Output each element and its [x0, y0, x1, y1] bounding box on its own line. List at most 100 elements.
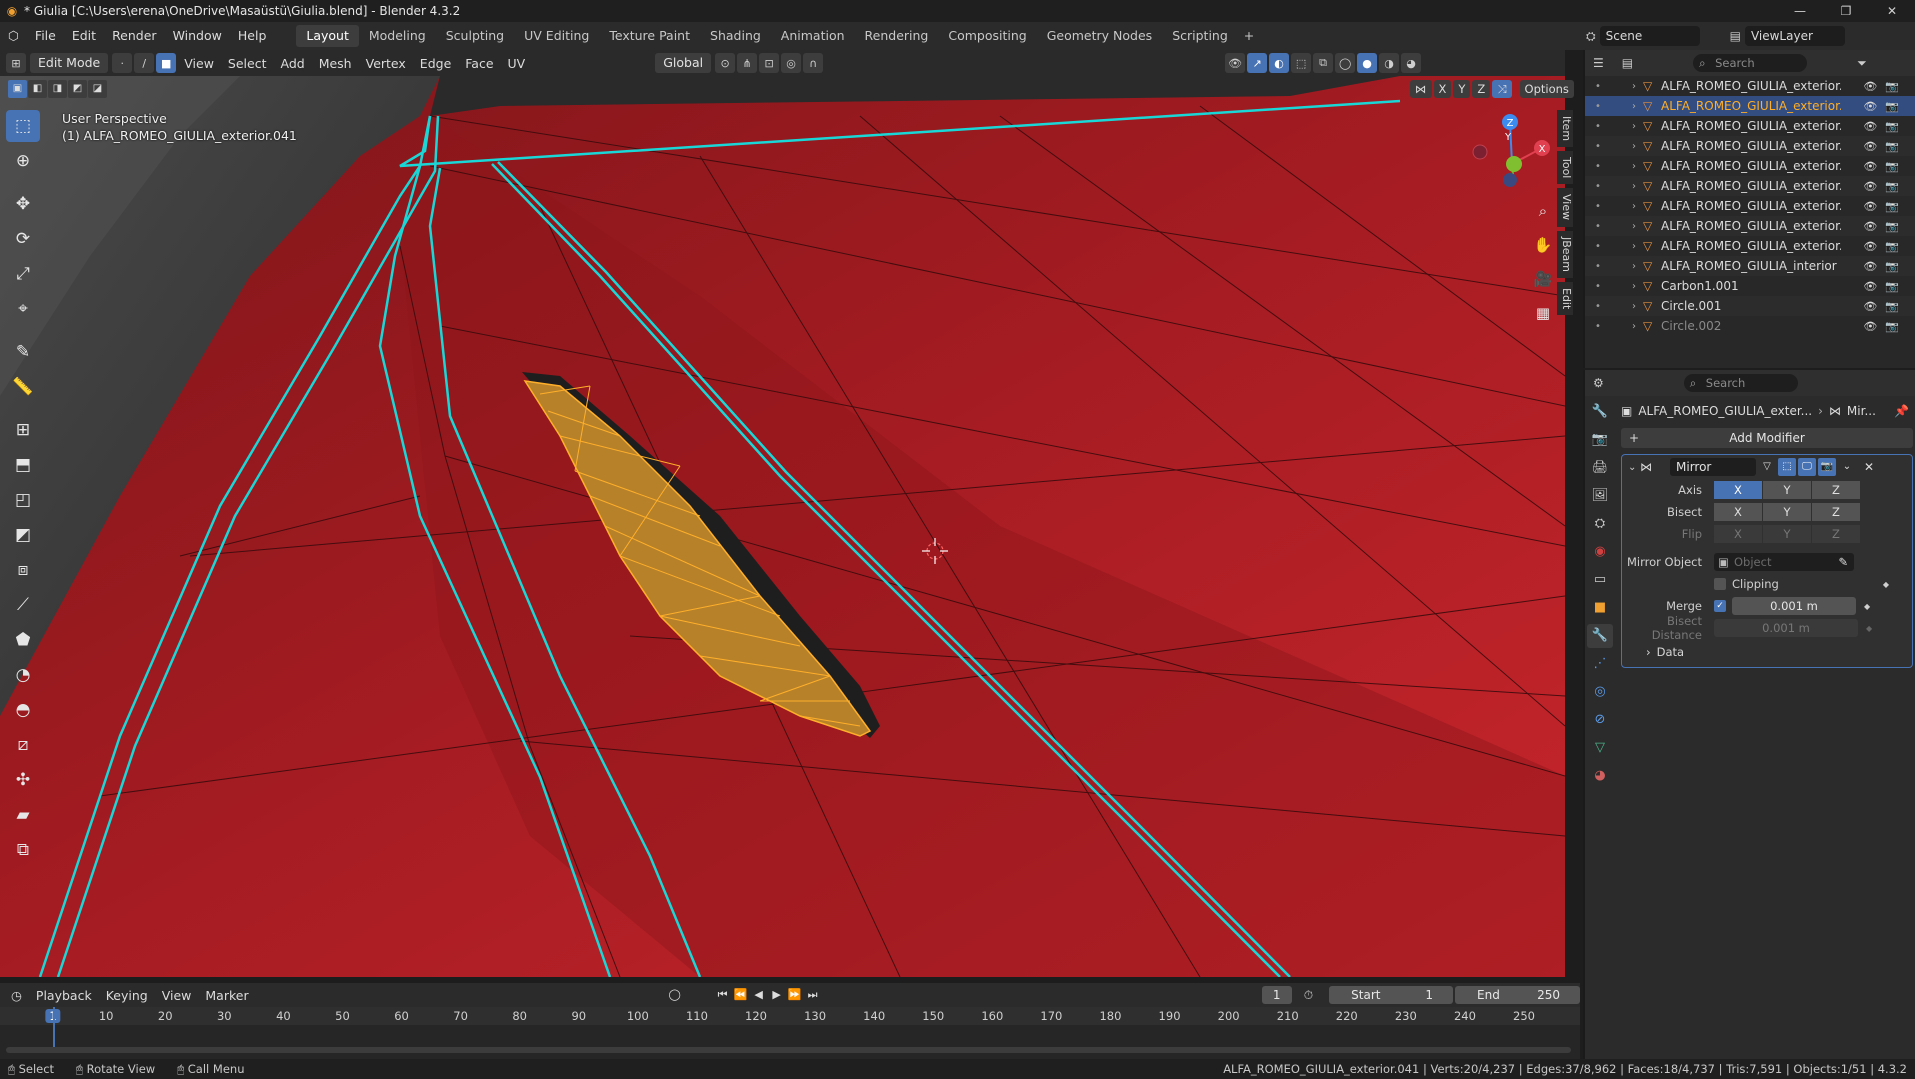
- end-frame-field[interactable]: End 250: [1455, 986, 1580, 1004]
- merge-distance-field[interactable]: 0.001 m: [1732, 597, 1856, 615]
- jump-start-icon[interactable]: ⏮: [714, 988, 732, 1002]
- playhead[interactable]: [53, 1007, 55, 1052]
- outliner-row[interactable]: • › ▽ Carbon1.001 👁📷: [1585, 276, 1915, 296]
- outliner-editor-icon[interactable]: ☰: [1593, 56, 1604, 70]
- jump-end-icon[interactable]: ⏭: [804, 988, 822, 1002]
- mesh-overlay-icon[interactable]: ⬚: [1291, 53, 1312, 73]
- menu-help[interactable]: Help: [230, 25, 275, 47]
- outliner-row[interactable]: • › ▽ ALFA_ROMEO_GIULIA_exterior.03 👁📷: [1585, 76, 1915, 96]
- close-window-button[interactable]: ✕: [1869, 0, 1915, 22]
- select-intersect-icon[interactable]: ◪: [88, 80, 107, 98]
- timeline-scrollbar[interactable]: [6, 1047, 1571, 1053]
- overlay-toggle-icon[interactable]: ◐: [1269, 53, 1290, 73]
- outliner-row[interactable]: • › ▽ ALFA_ROMEO_GIULIA_exterior.0 👁📷: [1585, 196, 1915, 216]
- visibility-render-icons[interactable]: 👁📷: [1863, 160, 1907, 173]
- tab-modeling[interactable]: Modeling: [359, 25, 436, 47]
- tool-properties-icon[interactable]: 🔧: [1587, 400, 1613, 424]
- outliner-row[interactable]: • › ▽ ALFA_ROMEO_GIULIA_interior 👁📷: [1585, 256, 1915, 276]
- editor-type-icon[interactable]: ⊞: [6, 53, 26, 73]
- menu-marker[interactable]: Marker: [198, 988, 255, 1003]
- menu-keying[interactable]: Keying: [99, 988, 155, 1003]
- hide-dot-icon[interactable]: •: [1591, 281, 1605, 292]
- particles-properties-icon[interactable]: ⋰: [1587, 652, 1613, 676]
- scene-properties-icon[interactable]: ⛭: [1587, 512, 1613, 536]
- hide-dot-icon[interactable]: •: [1591, 101, 1605, 112]
- options-dropdown[interactable]: Options: [1519, 80, 1574, 98]
- outliner-row[interactable]: • › ▽ ALFA_ROMEO_GIULIA_exterior.0 👁📷: [1585, 236, 1915, 256]
- knife-tool-icon[interactable]: ⟋: [6, 589, 40, 621]
- wireframe-shading-icon[interactable]: ◯: [1335, 53, 1356, 73]
- scene-selector[interactable]: Scene: [1599, 26, 1700, 46]
- properties-editor-icon[interactable]: ⚙: [1593, 376, 1604, 390]
- keyframe-dot-icon[interactable]: ◆: [1864, 602, 1870, 611]
- hide-dot-icon[interactable]: •: [1591, 321, 1605, 332]
- clipping-checkbox[interactable]: [1714, 578, 1726, 590]
- outliner-row[interactable]: • › ▽ ALFA_ROMEO_GIULIA_exterior.0 👁📷: [1585, 216, 1915, 236]
- snap-icon[interactable]: ⋔: [737, 53, 758, 73]
- expand-chevron-icon[interactable]: ›: [1625, 281, 1643, 292]
- expand-chevron-icon[interactable]: ›: [1625, 81, 1643, 92]
- perspective-toggle-icon[interactable]: ▦: [1528, 298, 1558, 328]
- viewlayer-selector[interactable]: ViewLayer: [1744, 26, 1845, 46]
- tab-layout[interactable]: Layout: [296, 25, 359, 47]
- proportional-edit-icon[interactable]: ◎: [781, 53, 802, 73]
- material-shading-icon[interactable]: ◑: [1379, 53, 1400, 73]
- visibility-render-icons[interactable]: 👁📷: [1863, 200, 1907, 213]
- hide-dot-icon[interactable]: •: [1591, 221, 1605, 232]
- flip-y-toggle[interactable]: Y: [1763, 525, 1811, 543]
- hide-dot-icon[interactable]: •: [1591, 81, 1605, 92]
- play-icon[interactable]: ▶: [768, 988, 786, 1002]
- data-properties-icon[interactable]: ▽: [1587, 736, 1613, 760]
- 3d-viewport[interactable]: Z X Y: [0, 76, 1565, 977]
- tab-shading[interactable]: Shading: [700, 25, 771, 47]
- shrink-fatten-tool-icon[interactable]: ✣: [6, 764, 40, 796]
- expand-chevron-icon[interactable]: ›: [1625, 141, 1643, 152]
- render-properties-icon[interactable]: 📷: [1587, 428, 1613, 452]
- record-icon[interactable]: ◯: [666, 988, 684, 1002]
- select-extend-icon[interactable]: ◧: [28, 80, 47, 98]
- vertex-select-icon[interactable]: ·: [112, 53, 133, 73]
- prev-keyframe-icon[interactable]: ⏪: [732, 988, 750, 1002]
- scale-tool-icon[interactable]: ⤢: [6, 258, 40, 290]
- constraints-properties-icon[interactable]: ⊘: [1587, 708, 1613, 732]
- camera-view-icon[interactable]: 🎥: [1528, 264, 1558, 294]
- select-box-tool-icon[interactable]: ⬚: [6, 110, 40, 142]
- display-mode-icon[interactable]: ▤: [1622, 56, 1633, 70]
- eyedropper-icon[interactable]: ✎: [1838, 553, 1848, 571]
- hide-dot-icon[interactable]: •: [1591, 201, 1605, 212]
- view-layer-properties-icon[interactable]: 🖼: [1587, 484, 1613, 508]
- expand-chevron-icon[interactable]: ›: [1625, 201, 1643, 212]
- mode-selector[interactable]: Edit Mode: [30, 53, 109, 73]
- visibility-render-icons[interactable]: 👁📷: [1863, 240, 1907, 253]
- edit-mode-toggle-icon[interactable]: ⬚: [1778, 458, 1796, 476]
- menu-mesh[interactable]: Mesh: [312, 56, 359, 71]
- tab-uv-editing[interactable]: UV Editing: [514, 25, 599, 47]
- preview-range-icon[interactable]: ⏱: [1304, 988, 1313, 1003]
- menu-view[interactable]: View: [177, 56, 221, 71]
- face-select-icon[interactable]: ■: [156, 53, 177, 73]
- measure-tool-icon[interactable]: 📏: [6, 371, 40, 403]
- outliner-row[interactable]: • › ▽ ALFA_ROMEO_GIULIA_exterior.0 👁📷: [1585, 96, 1915, 116]
- expand-chevron-icon[interactable]: ›: [1625, 241, 1643, 252]
- material-properties-icon[interactable]: ◕: [1587, 764, 1613, 788]
- poly-build-tool-icon[interactable]: ⬟: [6, 624, 40, 656]
- tab-animation[interactable]: Animation: [771, 25, 855, 47]
- tab-scripting[interactable]: Scripting: [1162, 25, 1238, 47]
- hide-dot-icon[interactable]: •: [1591, 181, 1605, 192]
- current-frame-field[interactable]: 1: [1261, 986, 1292, 1004]
- outliner-row[interactable]: • › ▽ ALFA_ROMEO_GIULIA_exterior.0 👁📷: [1585, 156, 1915, 176]
- maximize-button[interactable]: ❐: [1823, 0, 1869, 22]
- data-subpanel[interactable]: › Data: [1622, 645, 1912, 659]
- cursor-tool-icon[interactable]: ⊕: [6, 145, 40, 177]
- modifier-properties-icon[interactable]: 🔧: [1587, 624, 1613, 648]
- tab-rendering[interactable]: Rendering: [855, 25, 939, 47]
- outliner-row[interactable]: • › ▽ Circle.002 👁📷: [1585, 316, 1915, 336]
- pan-hand-icon[interactable]: ✋: [1528, 230, 1558, 260]
- menu-window[interactable]: Window: [165, 25, 230, 47]
- physics-properties-icon[interactable]: ◎: [1587, 680, 1613, 704]
- keyframe-dot-icon[interactable]: ◆: [1866, 624, 1872, 633]
- add-workspace-icon[interactable]: +: [1238, 25, 1260, 47]
- smooth-tool-icon[interactable]: ◓: [6, 694, 40, 726]
- rotate-tool-icon[interactable]: ⟳: [6, 223, 40, 255]
- output-properties-icon[interactable]: 🖨: [1587, 456, 1613, 480]
